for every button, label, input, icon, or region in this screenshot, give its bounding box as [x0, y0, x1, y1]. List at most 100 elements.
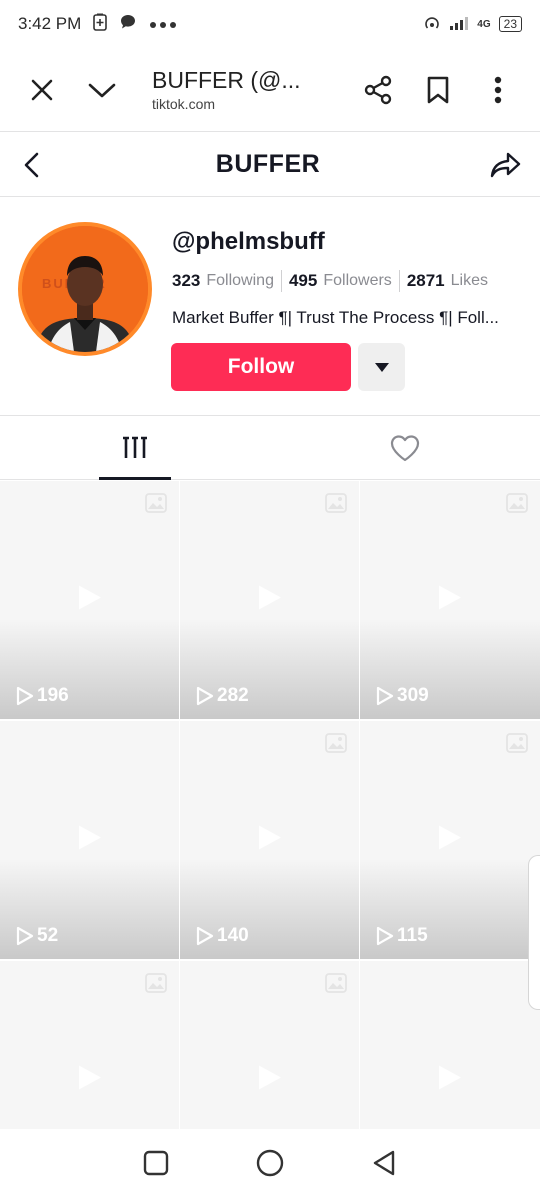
more-vertical-icon [494, 76, 502, 103]
play-outline-icon [16, 686, 34, 706]
likes-count: 2871 [406, 271, 445, 290]
view-count: 282 [196, 685, 249, 707]
play-icon [257, 584, 283, 617]
battery-indicator: 23 [498, 16, 522, 32]
video-tile[interactable] [180, 961, 359, 1129]
status-right: 4G 23 [423, 15, 522, 34]
video-tile[interactable]: 52 [0, 721, 179, 959]
image-badge-icon [325, 733, 347, 758]
video-tile[interactable]: 196 [0, 481, 179, 719]
view-count: 309 [376, 685, 429, 707]
image-badge-icon [145, 973, 167, 998]
avatar-image: BUFFER [22, 226, 148, 352]
square-icon [143, 1150, 169, 1175]
share-profile-button[interactable] [486, 147, 526, 183]
avatar[interactable]: BUFFER [18, 222, 152, 356]
play-outline-icon [376, 686, 394, 706]
view-count-text: 196 [37, 685, 69, 706]
image-badge-icon [325, 493, 347, 518]
tab-liked[interactable] [270, 417, 540, 479]
minimize-button[interactable] [72, 60, 132, 120]
back-nav-button[interactable] [371, 1149, 397, 1182]
home-button[interactable] [255, 1148, 285, 1183]
image-badge-icon [506, 493, 528, 518]
image-badge-icon [145, 493, 167, 518]
play-icon [77, 584, 103, 617]
play-outline-icon [196, 926, 214, 946]
bookmark-button[interactable] [408, 60, 468, 120]
recents-button[interactable] [143, 1150, 169, 1181]
bookmark-icon [427, 76, 449, 103]
username: @phelmsbuff [172, 228, 325, 255]
side-panel-handle[interactable] [528, 855, 540, 1010]
chevron-left-icon [24, 152, 39, 177]
video-tile[interactable] [360, 961, 540, 1129]
message-icon [119, 13, 137, 36]
play-outline-icon [16, 926, 34, 946]
system-nav-bar [0, 1130, 540, 1200]
close-icon [31, 79, 53, 100]
image-badge-icon [325, 973, 347, 998]
view-count-text: 282 [217, 685, 249, 706]
status-bar: 3:42 PM 4G 23 [0, 0, 540, 48]
signal-icon [449, 15, 469, 34]
close-button[interactable] [12, 60, 72, 120]
heart-icon [390, 435, 420, 462]
view-count: 52 [16, 925, 58, 947]
more-notifications-icon [149, 14, 177, 34]
more-options-button[interactable] [468, 60, 528, 120]
profile-stats: 323 Following 495 Followers 2871 Likes [172, 270, 488, 292]
share-button[interactable] [348, 60, 408, 120]
page-domain: tiktok.com [152, 96, 216, 112]
browser-toolbar: BUFFER (@... tiktok.com [0, 48, 540, 132]
play-outline-icon [196, 686, 214, 706]
status-time: 3:42 PM [18, 14, 82, 33]
view-count-text: 140 [217, 925, 249, 946]
following-count: 323 [172, 271, 201, 290]
video-tile[interactable]: 140 [180, 721, 359, 959]
video-tile[interactable] [0, 961, 179, 1129]
triangle-back-icon [373, 1150, 395, 1175]
view-count: 115 [376, 925, 428, 947]
page-title: BUFFER (@... [152, 67, 301, 93]
view-count: 196 [16, 685, 69, 707]
play-icon [257, 1064, 283, 1097]
profile-bio: Market Buffer ¶| Trust The Process ¶| Fo… [172, 308, 499, 327]
play-icon [77, 1064, 103, 1097]
video-grid: 196 282 309 52 140 115 [0, 481, 540, 1129]
play-icon [437, 584, 463, 617]
back-button[interactable] [14, 147, 50, 183]
play-outline-icon [376, 926, 394, 946]
video-tile[interactable]: 309 [360, 481, 540, 719]
followers-count: 495 [288, 271, 318, 290]
profile-header-title: BUFFER [215, 150, 321, 178]
following-label: Following [206, 272, 274, 289]
status-left: 3:42 PM [18, 13, 177, 36]
play-icon [437, 1064, 463, 1097]
videos-grid-icon [123, 436, 147, 458]
caret-down-icon [374, 363, 389, 372]
play-icon [257, 824, 283, 857]
tab-videos[interactable] [0, 417, 270, 480]
share-icon [364, 75, 392, 104]
likes-label: Likes [450, 272, 488, 289]
suggested-accounts-button[interactable] [358, 343, 405, 391]
play-icon [77, 824, 103, 857]
play-icon [437, 824, 463, 857]
follow-button[interactable]: Follow [171, 343, 351, 391]
view-count-text: 115 [397, 925, 428, 946]
circle-icon [256, 1149, 284, 1176]
view-count-text: 52 [37, 925, 59, 946]
hotspot-icon [423, 15, 441, 34]
url-block[interactable]: BUFFER (@... tiktok.com [132, 67, 348, 112]
view-count-text: 309 [397, 685, 429, 706]
stats-divider [280, 270, 282, 292]
battery-saver-icon [93, 13, 108, 36]
profile-info: BUFFER @phelmsbuff 323 Following 495 Fol… [0, 198, 540, 416]
chevron-down-icon [88, 83, 116, 97]
stats-divider [398, 270, 400, 292]
video-tile[interactable]: 282 [180, 481, 359, 719]
network-type: 4G [477, 18, 491, 30]
profile-tabs [0, 417, 540, 480]
video-tile[interactable]: 115 [360, 721, 540, 959]
